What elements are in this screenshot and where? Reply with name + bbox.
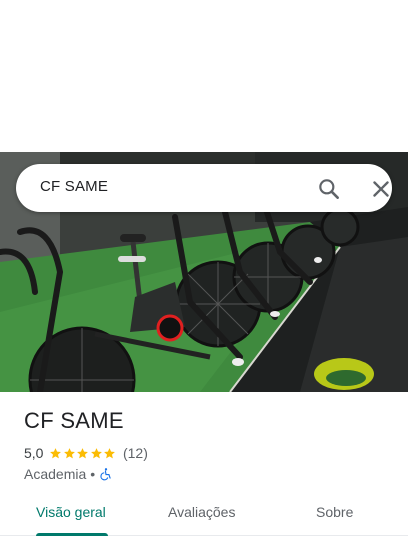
place-tabs: Visão geral Avaliações Sobre bbox=[0, 492, 408, 536]
close-icon[interactable] bbox=[368, 176, 394, 202]
place-page: CF SAME CF SAME 5,0 (12) Academia • Visã… bbox=[0, 0, 408, 544]
review-count[interactable]: (12) bbox=[123, 445, 148, 461]
active-tab-indicator bbox=[36, 533, 108, 536]
search-query-text[interactable]: CF SAME bbox=[40, 178, 108, 195]
rating-value: 5,0 bbox=[24, 445, 44, 461]
search-bar[interactable]: CF SAME bbox=[16, 164, 392, 212]
star-icon bbox=[64, 447, 75, 458]
rating-stars bbox=[49, 447, 117, 460]
star-icon bbox=[104, 447, 116, 458]
wheelchair-icon bbox=[99, 467, 113, 481]
tab-reviews[interactable]: Avaliações bbox=[168, 504, 235, 520]
place-category[interactable]: Academia bbox=[24, 466, 86, 482]
star-icon bbox=[50, 447, 62, 458]
rating-row[interactable]: 5,0 (12) bbox=[24, 444, 148, 462]
place-title: CF SAME bbox=[24, 408, 124, 433]
star-icon bbox=[77, 447, 89, 458]
star-icon bbox=[91, 447, 102, 458]
tab-about[interactable]: Sobre bbox=[316, 504, 353, 520]
separator-dot: • bbox=[90, 466, 96, 482]
search-icon[interactable] bbox=[316, 176, 342, 202]
category-row: Academia • bbox=[24, 465, 113, 483]
tab-overview[interactable]: Visão geral bbox=[36, 504, 106, 520]
